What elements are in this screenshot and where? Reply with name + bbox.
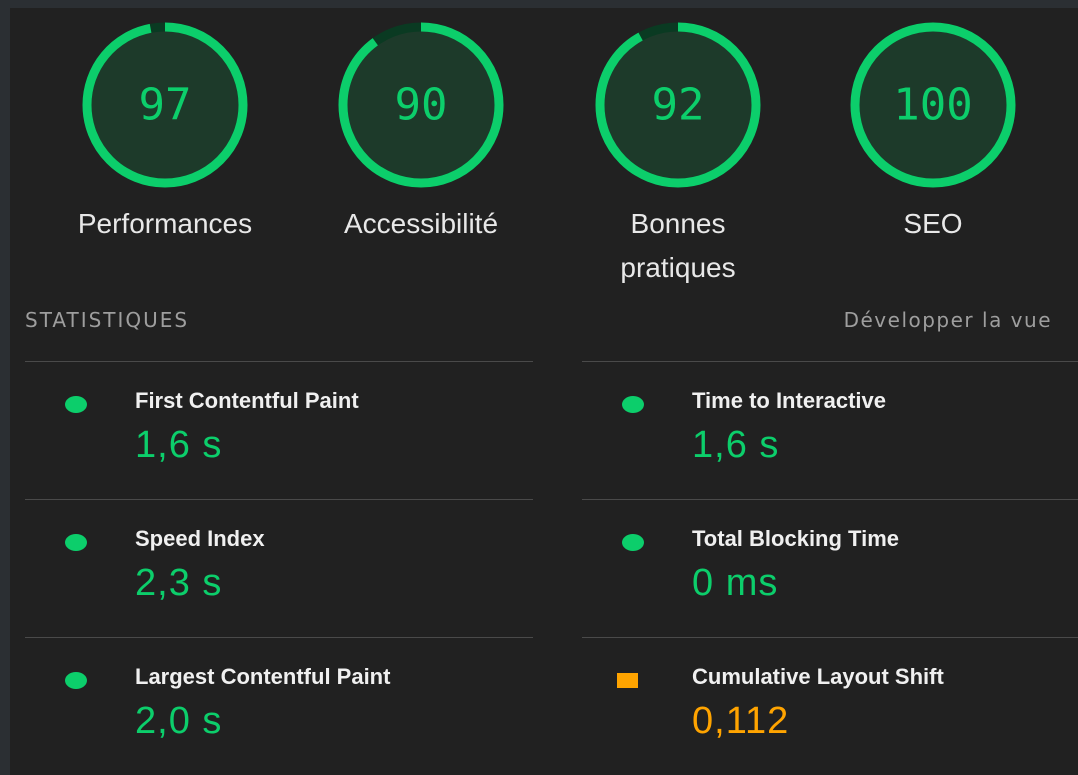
expand-view-link[interactable]: Développer la vue	[844, 308, 1052, 332]
metric-tbt: Total Blocking Time 0 ms	[582, 499, 1078, 638]
metric-title: Speed Index	[135, 526, 265, 551]
gauge-score: 97	[139, 80, 192, 131]
gauge-label: Performances	[77, 208, 253, 239]
metric-title: First Contentful Paint	[135, 388, 359, 413]
status-circle-icon	[622, 534, 644, 551]
gauge-score: 100	[893, 80, 972, 131]
metric-tti: Time to Interactive 1,6 s	[582, 361, 1078, 500]
metric-title: Cumulative Layout Shift	[692, 664, 944, 689]
metric-value: 1,6 s	[692, 424, 780, 466]
gauge-label: Accessibilité	[343, 208, 499, 239]
metric-title: Total Blocking Time	[692, 526, 899, 551]
metric-value: 2,3 s	[135, 562, 223, 604]
metric-fcp: First Contentful Paint 1,6 s	[25, 361, 533, 500]
section-title: STATISTIQUES	[25, 308, 190, 332]
status-square-icon	[617, 673, 638, 688]
status-circle-icon	[65, 534, 87, 551]
gauge-score: 92	[652, 80, 705, 131]
metric-value: 0 ms	[692, 562, 779, 604]
metric-lcp: Largest Contentful Paint 2,0 s	[25, 637, 533, 775]
status-circle-icon	[622, 396, 644, 413]
gauge-score: 90	[395, 80, 448, 131]
gauge-performance[interactable]: 97 Performances	[65, 8, 265, 246]
metric-title: Time to Interactive	[692, 388, 886, 413]
gauge-label: Bonnes pratiques	[620, 208, 736, 283]
status-circle-icon	[65, 396, 87, 413]
gauge-ring: 100	[850, 22, 1016, 188]
metric-value: 2,0 s	[135, 700, 223, 742]
gauge-best-practices[interactable]: 92 Bonnes pratiques	[578, 8, 778, 290]
metric-cls: Cumulative Layout Shift 0,112	[582, 637, 1078, 775]
metric-value: 0,112	[692, 700, 790, 742]
gauge-accessibility[interactable]: 90 Accessibilité	[321, 8, 521, 246]
metric-value: 1,6 s	[135, 424, 223, 466]
status-circle-icon	[65, 672, 87, 689]
gauge-label: SEO	[903, 208, 963, 239]
gauge-seo[interactable]: 100 SEO	[833, 8, 1033, 246]
lighthouse-report: 97 Performances 90 Accessibilité 92 Bonn…	[10, 8, 1078, 775]
metric-speed-index: Speed Index 2,3 s	[25, 499, 533, 638]
gauge-ring: 90	[338, 22, 504, 188]
gauge-ring: 97	[82, 22, 248, 188]
metric-title: Largest Contentful Paint	[135, 664, 391, 689]
gauge-ring: 92	[595, 22, 761, 188]
